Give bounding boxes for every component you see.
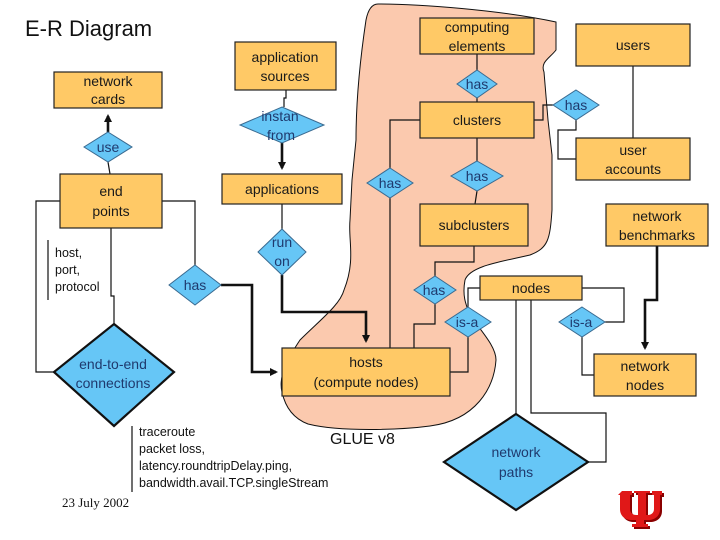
entity-label: elements bbox=[449, 38, 506, 54]
relationship-label: has bbox=[423, 282, 446, 298]
relationship-has-endpoints[interactable]: has bbox=[168, 264, 222, 306]
relationship-run-on[interactable]: run on bbox=[257, 228, 307, 276]
endpoint-attributes-note: host, port, protocol bbox=[55, 246, 99, 294]
iu-logo-icon bbox=[618, 491, 664, 529]
entity-application-sources[interactable]: application sources bbox=[234, 41, 337, 91]
entity-label: user bbox=[619, 142, 647, 158]
connector-nodes-isa-left bbox=[467, 287, 480, 307]
entity-label: hosts bbox=[349, 354, 382, 370]
relationship-label: run bbox=[272, 234, 292, 250]
entity-hosts[interactable]: hosts (compute nodes) bbox=[281, 347, 451, 397]
entity-label: cards bbox=[91, 91, 125, 107]
note-line: packet loss, bbox=[139, 442, 205, 456]
entity-clusters[interactable]: clusters bbox=[419, 101, 535, 139]
entity-label: benchmarks bbox=[619, 227, 695, 243]
note-line: traceroute bbox=[139, 425, 195, 439]
entity-label: clusters bbox=[453, 112, 501, 128]
entity-label: network bbox=[632, 208, 682, 224]
entity-label: application bbox=[252, 49, 319, 65]
metrics-note: traceroute packet loss, latency.roundtri… bbox=[139, 425, 328, 490]
entity-label: applications bbox=[245, 181, 319, 197]
entity-label: users bbox=[616, 37, 650, 53]
relationship-label: has bbox=[466, 168, 489, 184]
connector-isa-network-nodes bbox=[581, 337, 594, 376]
entity-end-points[interactable]: end points bbox=[59, 173, 163, 229]
entity-nodes[interactable]: nodes bbox=[479, 275, 583, 301]
diagram-title: E-R Diagram bbox=[25, 16, 152, 41]
entity-users[interactable]: users bbox=[575, 23, 691, 67]
note-line: latency.roundtripDelay.ping, bbox=[139, 459, 292, 473]
connector-has-accounts bbox=[557, 120, 577, 160]
entity-applications[interactable]: applications bbox=[221, 173, 343, 205]
relationship-label: end-to-end bbox=[79, 356, 147, 372]
relationship-label: use bbox=[97, 139, 120, 155]
relationship-use[interactable]: use bbox=[83, 131, 133, 163]
entity-label: (compute nodes) bbox=[313, 374, 418, 390]
entity-label: end bbox=[99, 183, 122, 199]
note-line: protocol bbox=[55, 280, 99, 294]
relationship-is-a-network-nodes[interactable]: is-a bbox=[558, 306, 606, 338]
connector-benchmarks-network-nodes bbox=[641, 246, 659, 350]
relationship-label: network bbox=[491, 444, 541, 460]
glue-version-label: GLUE v8 bbox=[330, 431, 395, 448]
relationship-instan-from[interactable]: instan from bbox=[238, 106, 326, 144]
entity-network-nodes[interactable]: network nodes bbox=[593, 353, 697, 397]
entity-network-benchmarks[interactable]: network benchmarks bbox=[605, 203, 709, 247]
entity-user-accounts[interactable]: user accounts bbox=[575, 137, 691, 181]
entity-label: network bbox=[83, 73, 133, 89]
note-line: host, bbox=[55, 246, 82, 260]
connector-endpoints-e2e bbox=[110, 228, 115, 324]
relationship-label: has bbox=[184, 277, 207, 293]
relationship-label: instan bbox=[261, 108, 298, 124]
relationship-label: has bbox=[466, 76, 489, 92]
relationship-label: is-a bbox=[456, 314, 479, 330]
relationship-end-to-end-connections[interactable]: end-to-end connections bbox=[52, 322, 176, 428]
entity-label: computing bbox=[445, 19, 510, 35]
entity-label: network bbox=[620, 358, 670, 374]
entity-label: nodes bbox=[626, 377, 664, 393]
entity-computing-elements[interactable]: computing elements bbox=[419, 17, 535, 55]
relationship-network-paths[interactable]: network paths bbox=[442, 412, 590, 512]
entity-label: sources bbox=[260, 68, 309, 84]
er-diagram: E-R Diagram network cards application so… bbox=[25, 3, 709, 529]
connector-has-hosts bbox=[221, 283, 278, 376]
relationship-label: has bbox=[379, 175, 402, 191]
entity-label: points bbox=[92, 203, 129, 219]
connector-endpoints-has bbox=[162, 200, 196, 265]
entity-network-cards[interactable]: network cards bbox=[53, 71, 163, 109]
relationship-label: from bbox=[267, 127, 295, 143]
connector-appsrc-instan bbox=[283, 90, 287, 107]
entity-label: subclusters bbox=[439, 217, 510, 233]
entity-subclusters[interactable]: subclusters bbox=[419, 203, 529, 247]
connector-use-end-points bbox=[107, 161, 111, 175]
relationship-label: on bbox=[274, 253, 290, 269]
entity-label: nodes bbox=[512, 280, 550, 296]
relationship-label: has bbox=[565, 97, 588, 113]
relationship-label: connections bbox=[76, 375, 151, 391]
note-line: port, bbox=[55, 263, 80, 277]
relationship-has-clusters-accounts[interactable]: has bbox=[552, 89, 600, 121]
relationship-label: paths bbox=[499, 464, 533, 480]
entity-label: accounts bbox=[605, 161, 661, 177]
note-line: bandwidth.avail.TCP.singleStream bbox=[139, 476, 328, 490]
relationship-label: is-a bbox=[570, 314, 593, 330]
date-label: 23 July 2002 bbox=[62, 495, 129, 510]
